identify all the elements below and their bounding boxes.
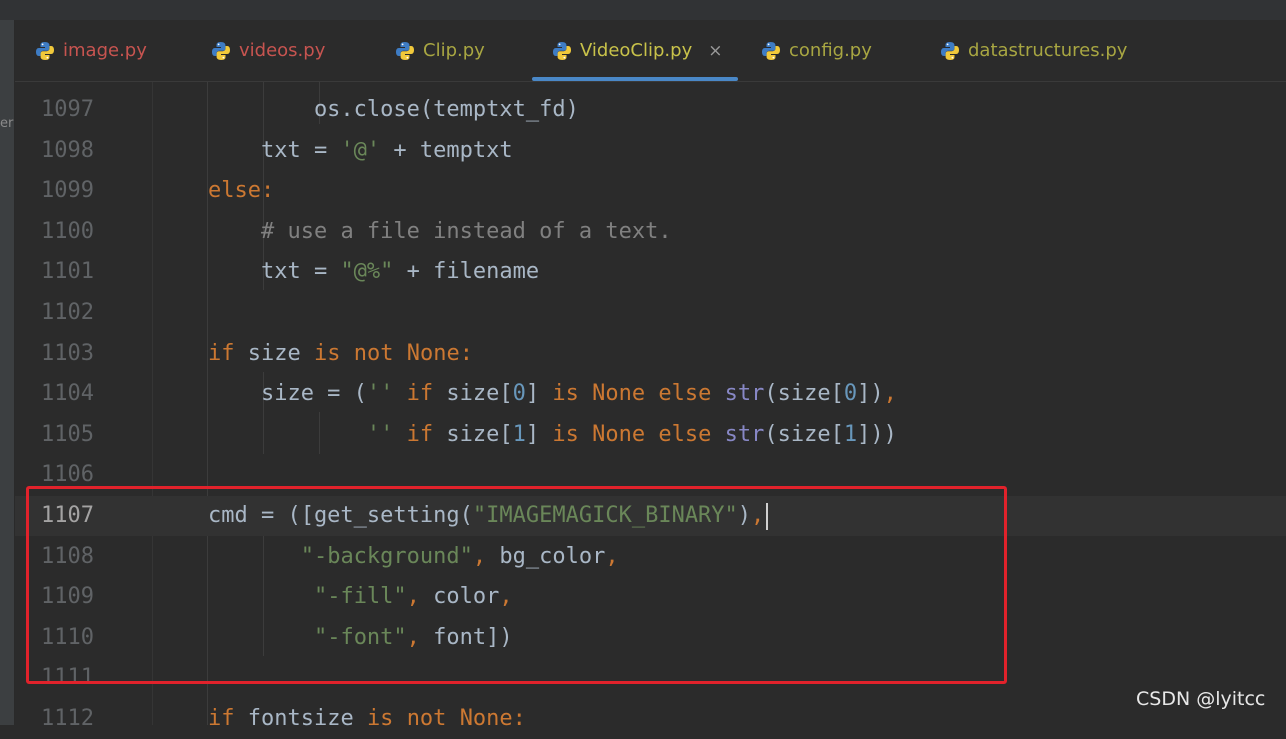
code-line[interactable]: 1100 # use a file instead of a text. [15,212,1286,252]
line-number: 1101 [41,259,94,285]
tab-videos-py[interactable]: videos.py [211,20,325,81]
left-tool-strip[interactable]: er [0,20,15,725]
code-text[interactable]: '' if size[1] is None else str(size[1])) [155,415,897,455]
code-text[interactable]: if size is not None: [155,334,473,374]
code-line[interactable]: 1098 txt = '@' + temptxt [15,131,1286,171]
tab-videoclip-py[interactable]: VideoClip.py × [531,20,740,81]
line-number: 1097 [41,97,94,122]
line-number: 1099 [41,178,94,204]
tab-label: image.py [63,40,147,61]
tab-clip-py[interactable]: Clip.py [395,20,485,81]
line-number: 1105 [41,421,94,447]
line-number: 1104 [41,381,94,407]
tab-datastructures-py[interactable]: datastructures.py [940,20,1127,81]
python-file-icon [762,41,780,60]
watermark: CSDN @lyitcc [1136,688,1266,710]
line-number: 1112 [41,706,94,731]
tab-label: config.py [789,40,872,61]
line-number: 1103 [41,340,94,366]
tab-label: Clip.py [423,40,485,61]
code-line[interactable]: 1105 '' if size[1] is None else str(size… [15,415,1286,455]
python-file-icon [396,41,414,60]
code-line[interactable]: 1102 [15,293,1286,333]
python-file-icon [212,41,230,60]
tab-label: videos.py [239,40,326,61]
close-tab-icon[interactable]: × [708,41,722,61]
code-line[interactable]: 1099 else: [15,171,1286,211]
tab-config-py[interactable]: config.py [761,20,872,81]
line-number: 1098 [41,137,94,163]
red-highlight-annotation [26,486,1007,684]
tab-label: datastructures.py [968,40,1128,61]
python-file-icon [553,41,571,60]
code-text[interactable]: if fontsize is not None: [155,699,526,739]
code-line[interactable]: 1112 if fontsize is not None: [15,699,1286,739]
tab-image-py[interactable]: image.py [35,20,147,81]
code-text[interactable]: else: [155,171,274,211]
python-file-icon [941,41,959,60]
code-text[interactable]: # use a file instead of a text. [155,212,672,252]
line-number: 1102 [41,300,94,325]
code-line[interactable]: 1097 os.close(temptxt_fd) [15,90,1286,130]
tab-label: VideoClip.py [580,40,693,61]
window-top-bar [0,0,1286,21]
code-text[interactable]: os.close(temptxt_fd) [155,90,579,130]
line-number: 1100 [41,218,94,244]
code-line[interactable]: 1103 if size is not None: [15,334,1286,374]
code-line[interactable]: 1101 txt = "@%" + filename [15,252,1286,292]
code-line[interactable]: 1104 size = ('' if size[0] is None else … [15,374,1286,414]
code-text[interactable]: txt = '@' + temptxt [155,131,513,171]
left-tool-strip-label: er [0,116,14,131]
code-text[interactable]: txt = "@%" + filename [155,252,539,292]
editor-tab-bar: image.py videos.py Clip.py VideoClip.py × con… [15,20,1286,82]
code-text[interactable]: size = ('' if size[0] is None else str(s… [155,374,897,414]
python-file-icon [36,41,54,60]
